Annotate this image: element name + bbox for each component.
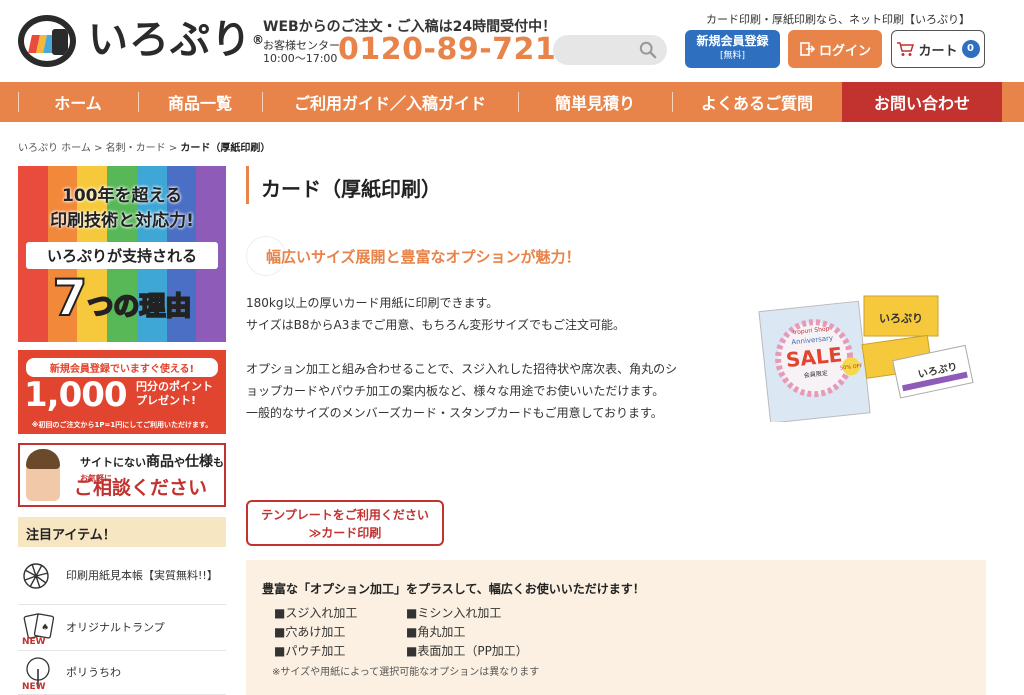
breadcrumb-home[interactable]: いろぷり ホーム [18, 143, 91, 154]
card-logo: いろぷり [879, 312, 923, 325]
login-button[interactable]: ログイン [788, 30, 882, 68]
desc-line: 180kg以上の厚いカード用紙に印刷できます。 [246, 296, 499, 310]
cart-label: カート [918, 43, 958, 59]
reasons-seven: 7つの理由 [18, 269, 226, 335]
section-subtitle: 幅広いサイズ展開と豊富なオプションが魅力！ [266, 248, 581, 266]
reasons-line2: 印刷技術と対応力! [50, 211, 194, 231]
svg-text:♠: ♠ [41, 623, 49, 633]
consult-mid: や [174, 456, 185, 469]
desc-line: 一般的なサイズのメンバーズカード・スタンプカードもご用意しております。 [246, 406, 663, 420]
product-image: Iropuri Shop Anniversary SALE 会員限定 50% O… [758, 295, 974, 422]
desc-line: ョップカードやパウチ加工の案内板など、様々な用途でお使いいただけます。 [246, 384, 665, 398]
header-description: カード印刷・厚紙印刷なら、ネット印刷【いろぷり】 [706, 13, 970, 26]
consult-big1: 商品 [146, 454, 174, 470]
new-badge: NEW [22, 681, 46, 692]
login-label: ログイン [818, 43, 871, 59]
breadcrumb-current: カード（厚紙印刷） [180, 143, 271, 154]
cart-button[interactable]: カート 0 [891, 30, 985, 68]
page-title: カード（厚紙印刷） [246, 166, 986, 204]
option-item: ■穴あけ加工 [274, 625, 346, 639]
option-item: ■パウチ加工 [274, 644, 346, 658]
featured-heading: 注目アイテム！ [18, 517, 226, 547]
template-button[interactable]: テンプレートをご利用ください ≫カード印刷 [246, 500, 444, 546]
points-banner[interactable]: 新規会員登録でいますぐ使える! 1,000 円分のポイント プレゼント! ※初回の… [18, 350, 226, 434]
options-list: ■スジ入れ加工 ■ミシン入れ加工 ■穴あけ加工 ■角丸加工 ■パウチ加工 ■表面… [274, 604, 574, 659]
cart-count-badge: 0 [961, 40, 980, 58]
featured-item[interactable]: NEW ポリうちわ [18, 651, 226, 695]
new-badge: NEW [22, 636, 46, 647]
logo-text[interactable]: いろぷり® [88, 14, 265, 66]
paper-sample-icon [22, 559, 58, 593]
nav-estimate-label: 簡単見積り [554, 94, 635, 113]
nav-home[interactable]: ホーム [18, 82, 138, 122]
fan-icon: NEW [22, 656, 58, 692]
main-nav: ホーム 商品一覧 ご利用ガイド／入稿ガイド 簡単見積り よくあるご質問 お問い合… [0, 82, 1024, 122]
logo-roll [52, 29, 68, 55]
customer-center-label: お客様センター [263, 39, 340, 52]
points-note: ※初回のご注文から1P=1円にしてご利用いただけます。 [31, 421, 213, 429]
points-unit: 円分のポイント プレゼント! [136, 380, 213, 408]
consult-line2: ご相談ください [74, 477, 208, 499]
logo-mark[interactable] [18, 15, 76, 67]
template-button-line2: ≫カード印刷 [308, 526, 382, 540]
nav-faq[interactable]: よくあるご質問 [672, 82, 842, 122]
featured-item-label: ポリうちわ [66, 666, 121, 679]
nav-faq-label: よくあるご質問 [700, 94, 813, 113]
register-sub: [無料] [719, 51, 746, 61]
nav-guide-label: ご利用ガイド／入稿ガイド [293, 94, 486, 113]
logo-text-label: いろぷり [88, 17, 252, 63]
nav-contact-label: お問い合わせ [873, 94, 970, 113]
nav-products[interactable]: 商品一覧 [138, 82, 262, 122]
reasons-banner[interactable]: 100年を超える 印刷技術と対応力! いろぷりが支持される 7つの理由 [18, 166, 226, 342]
cart-icon [897, 42, 915, 56]
reasons-banner-text: 100年を超える 印刷技術と対応力! いろぷりが支持される 7つの理由 [18, 166, 226, 342]
nav-products-label: 商品一覧 [167, 94, 232, 113]
consult-banner[interactable]: サイトにない商品や仕様も お気軽に ご相談ください [18, 443, 226, 507]
reasons-line3: いろぷりが支持される [26, 242, 218, 269]
featured-item[interactable]: 印刷用紙見本帳【実質無料!!】 [18, 547, 226, 605]
consultant-hair [26, 449, 60, 469]
nav-contact[interactable]: お問い合わせ [842, 82, 1002, 122]
featured-item[interactable]: ♠ NEW オリジナルトランプ [18, 605, 226, 651]
breadcrumb-category[interactable]: 名刺・カード [106, 143, 166, 154]
breadcrumb-sep: > [94, 143, 103, 154]
consult-big2: 仕様 [185, 454, 213, 470]
option-item: ■ミシン入れ加工 [406, 606, 502, 620]
featured-item-label: オリジナルトランプ [66, 621, 165, 634]
playing-cards-icon: ♠ NEW [22, 611, 58, 647]
option-item: ■角丸加工 [406, 625, 466, 639]
breadcrumb-sep: > [168, 143, 178, 154]
search-input[interactable] [553, 35, 667, 65]
option-item: ■スジ入れ加工 [274, 606, 358, 620]
search-icon[interactable] [639, 41, 657, 59]
desc-line: オプション加工と組み合わせることで、スジ入れした招待状や席次表、角丸のシ [246, 362, 678, 376]
nav-home-label: ホーム [54, 94, 102, 113]
nav-guide[interactable]: ご利用ガイド／入稿ガイド [262, 82, 518, 122]
points-amount: 1,000 [24, 375, 128, 415]
reasons-num: 7 [52, 269, 89, 327]
featured-item-label: 印刷用紙見本帳【実質無料!!】 [66, 569, 218, 582]
reasons-banner-headline: 100年を超える 印刷技術と対応力! [18, 184, 226, 234]
register-label: 新規会員登録 [696, 34, 769, 48]
options-title: 豊富な「オプション加工」をプラスして、幅広くお使いいただけます！ [262, 582, 645, 596]
template-button-line1: テンプレートをご利用ください [261, 508, 429, 522]
customer-center-hours: 10:00〜17:00 [263, 52, 338, 65]
product-description: 180kg以上の厚いカード用紙に印刷できます。 サイズはB8からA3までご用意、… [246, 292, 677, 424]
consult-line1-a: サイトにない [80, 456, 146, 469]
login-icon [800, 42, 815, 56]
reasons-line1: 100年を超える [62, 186, 182, 206]
consult-end: も [213, 456, 224, 469]
phone-number[interactable]: 0120-89-7216 [338, 32, 578, 67]
customer-center: お客様センター 10:00〜17:00 [263, 39, 340, 65]
register-button[interactable]: 新規会員登録 [無料] [685, 30, 780, 68]
desc-line: サイズはB8からA3までご用意、もちろん変形サイズでもご注文可能。 [246, 318, 625, 332]
options-note: ※サイズや用紙によって選択可能なオプションは異なります [272, 667, 540, 678]
options-box: 豊富な「オプション加工」をプラスして、幅広くお使いいただけます！ ■スジ入れ加工… [246, 560, 986, 695]
option-item: ■表面加工（PP加工） [406, 644, 528, 658]
breadcrumb: いろぷり ホーム > 名刺・カード > カード（厚紙印刷） [18, 139, 270, 154]
points-unit-1: 円分のポイント [136, 380, 213, 393]
reasons-rest: つの理由 [86, 291, 192, 323]
nav-estimate[interactable]: 簡単見積り [518, 82, 672, 122]
points-unit-2: プレゼント! [136, 394, 197, 407]
